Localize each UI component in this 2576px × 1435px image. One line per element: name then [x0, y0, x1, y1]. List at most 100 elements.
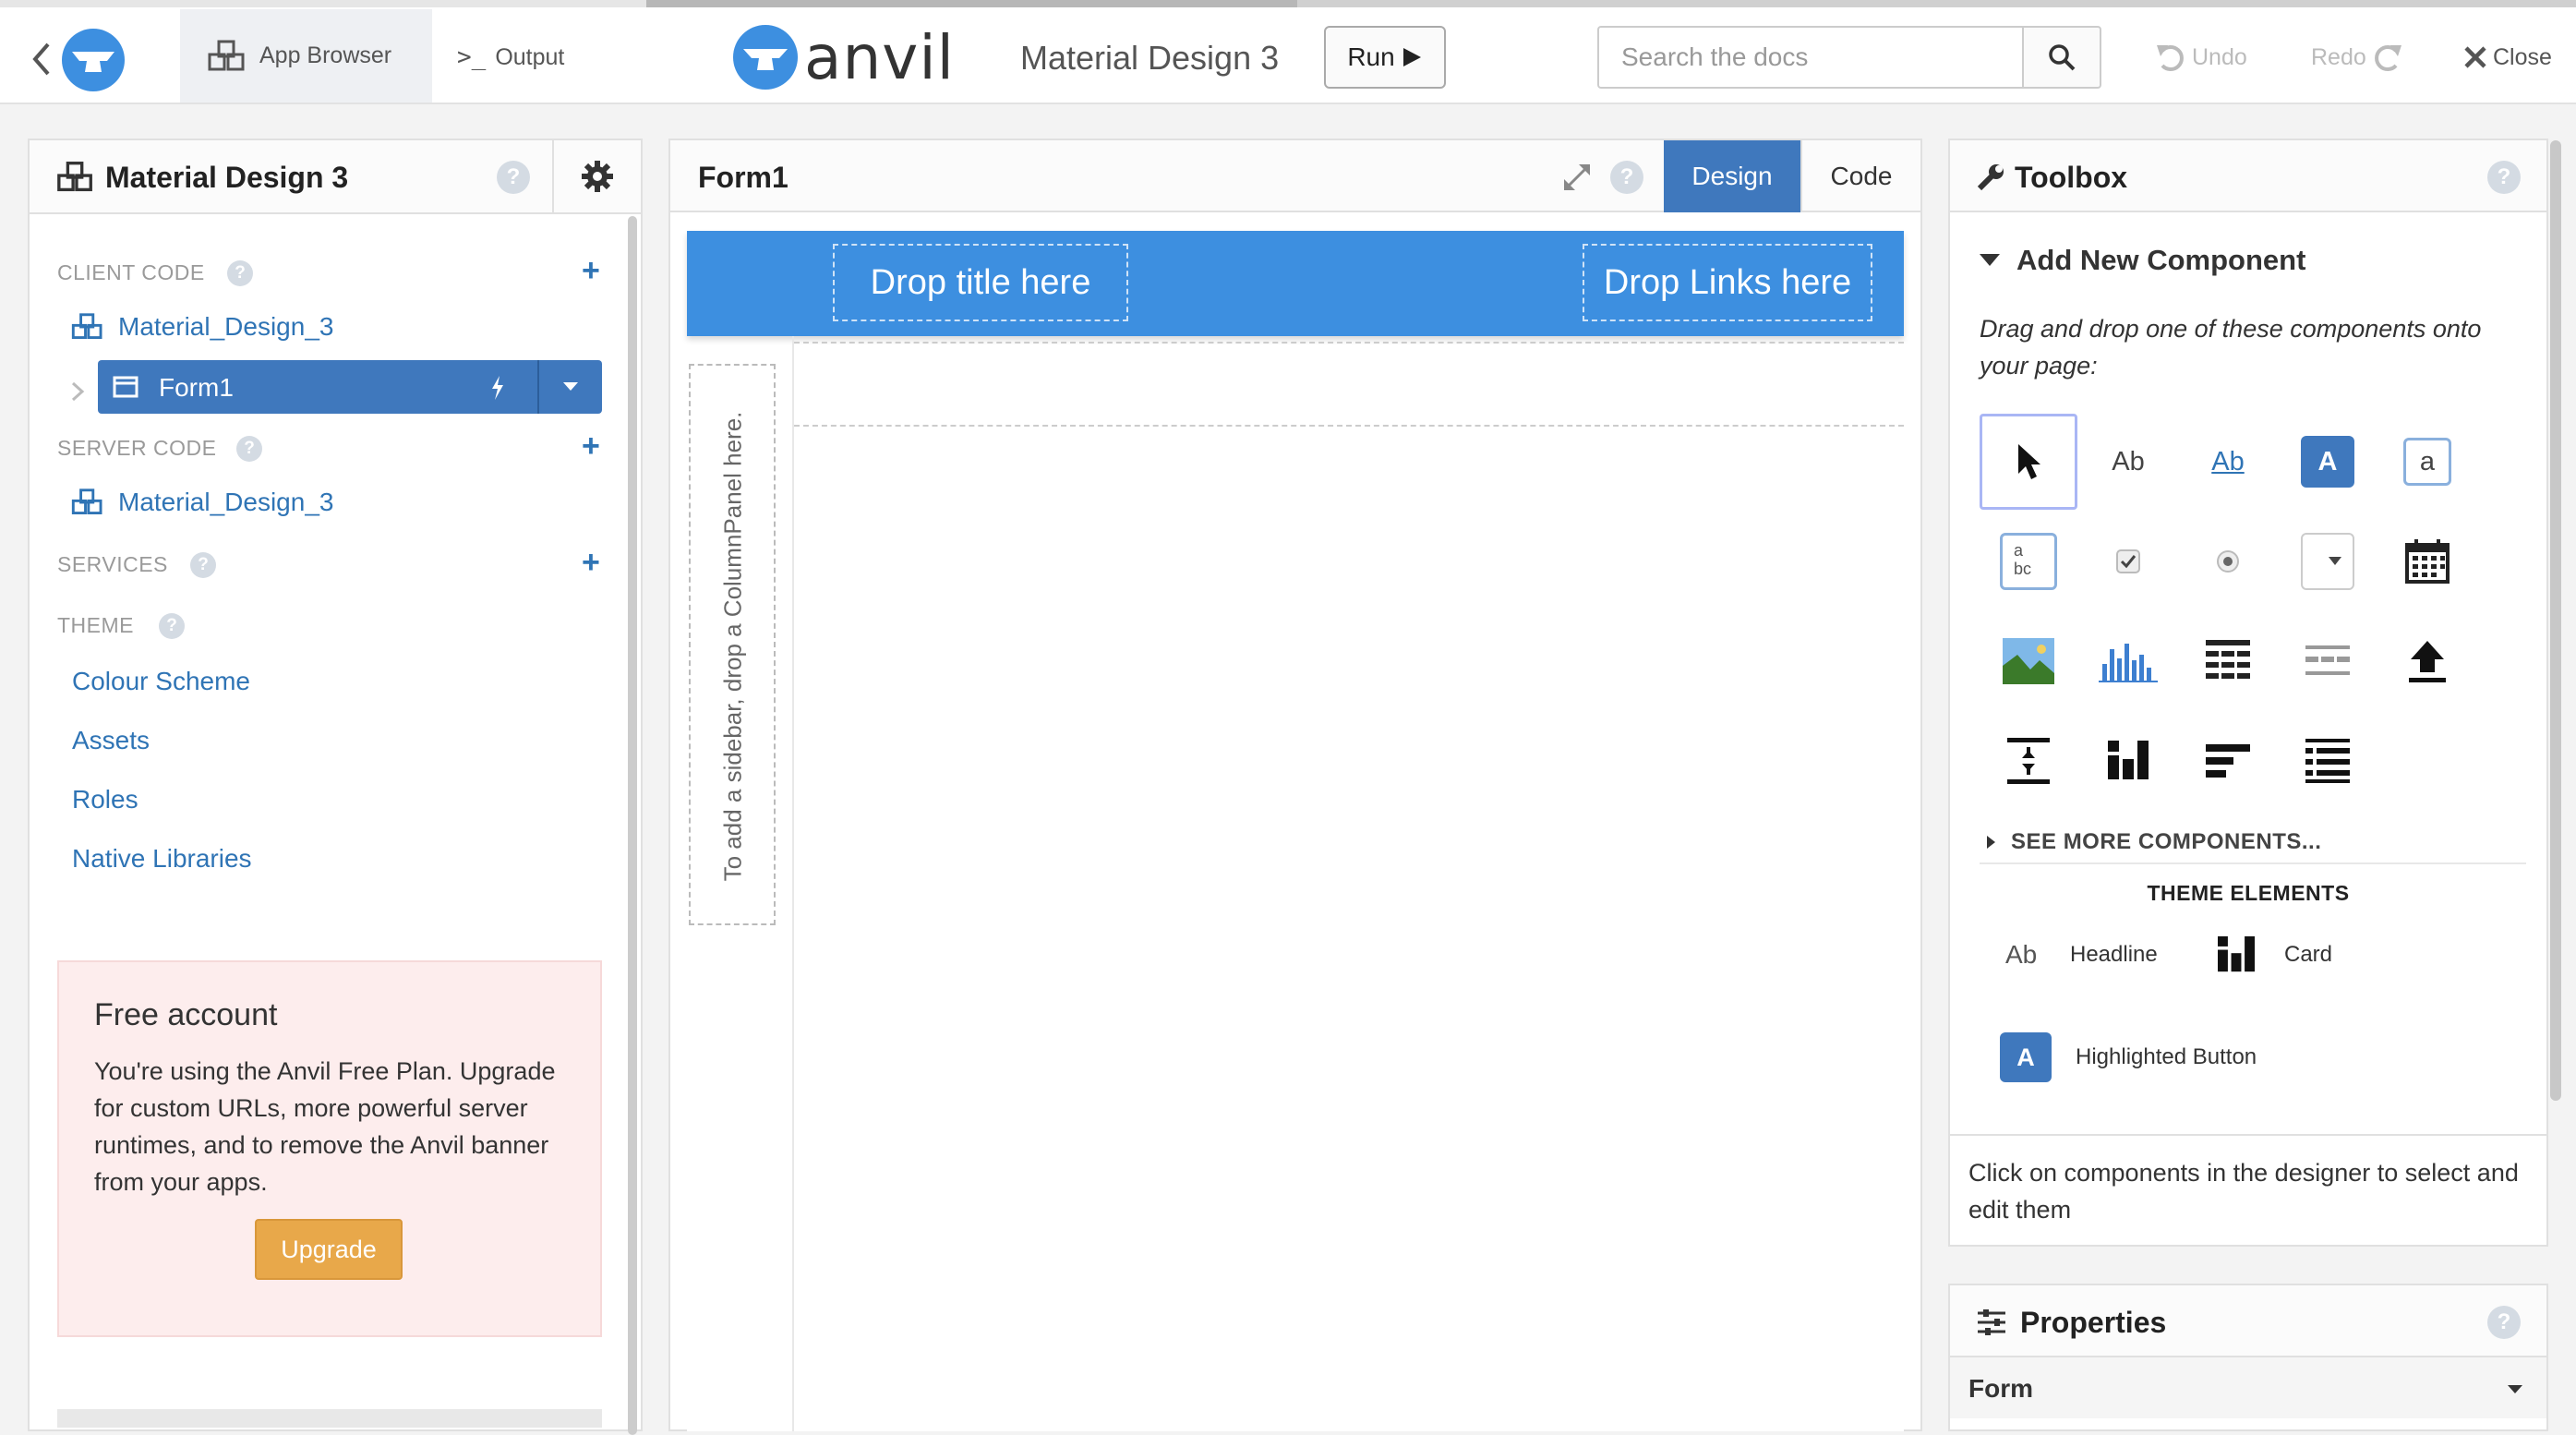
caret-down-icon [2329, 557, 2341, 565]
highlighted-button-label: Highlighted Button [2076, 1044, 2257, 1069]
form1-dropdown-button[interactable] [537, 360, 602, 414]
link-component-icon: Ab [2211, 446, 2245, 476]
data-grid-component[interactable] [2179, 613, 2277, 709]
radio-button-component[interactable] [2179, 513, 2277, 609]
app-browser-label: App Browser [259, 42, 392, 68]
help-icon: ? [2487, 161, 2521, 194]
close-icon [2464, 46, 2486, 68]
redo-button[interactable]: Redo [2311, 35, 2403, 79]
theme-item-assets[interactable]: Assets [72, 726, 150, 755]
search-icon [2049, 44, 2076, 71]
form1-item[interactable]: Form1 [98, 360, 602, 414]
client-code-header: CLIENT CODE [57, 260, 205, 284]
search-input[interactable]: Search the docs [1597, 26, 2026, 89]
dropdown-icon [2301, 533, 2354, 590]
server-module-item[interactable]: Material_Design_3 [70, 484, 333, 521]
help-icon: ? [227, 260, 253, 286]
tab-design[interactable]: Design [1664, 140, 1800, 212]
label-component[interactable]: Ab [2079, 414, 2177, 510]
add-new-component-toggle[interactable]: Add New Component [1980, 244, 2305, 277]
textbox-component[interactable]: a [2378, 414, 2476, 510]
sidebar-scrollbar[interactable] [628, 216, 637, 1435]
undo-button[interactable]: Undo [2155, 35, 2247, 79]
checkbox-component[interactable] [2079, 513, 2177, 609]
textarea-component-icon: a bc [2000, 533, 2057, 590]
anvil-logo: anvil [732, 22, 955, 93]
button-component[interactable]: A [2279, 414, 2377, 510]
theme-element-highlighted-button[interactable]: A Highlighted Button [2000, 1032, 2257, 1082]
app-settings-button[interactable] [552, 140, 641, 212]
divider [1980, 862, 2526, 864]
toolbox-header: Toolbox ? [1950, 140, 2546, 212]
design-canvas[interactable]: Drop title here Drop Links here To add a… [687, 231, 1904, 1431]
bar-chart-icon [2099, 644, 2158, 682]
close-button[interactable]: Close [2463, 35, 2552, 79]
toolbox-footer-hint: Click on components in the designer to s… [1968, 1159, 2519, 1224]
add-client-code-button[interactable]: + [582, 255, 600, 286]
sidebar-bottom-strip [57, 1409, 602, 1428]
textarea-component[interactable]: a bc [1980, 513, 2077, 609]
search-placeholder: Search the docs [1621, 42, 1809, 71]
data-row-panel-component[interactable] [2279, 613, 2377, 709]
search-button[interactable] [2022, 26, 2101, 89]
drop-title-slot[interactable]: Drop title here [833, 244, 1128, 321]
dropdown-component[interactable] [2279, 513, 2377, 609]
datepicker-component[interactable] [2378, 513, 2476, 609]
image-component[interactable] [1980, 613, 2077, 709]
theme-element-headline[interactable]: Ab Headline [2005, 940, 2158, 970]
client-module-item[interactable]: Material_Design_3 [70, 308, 333, 345]
chevron-right-icon[interactable] [70, 380, 85, 403]
sidebar-hint: To add a sidebar, drop a ColumnPanel her… [718, 411, 747, 882]
theme-item-native-libraries[interactable]: Native Libraries [72, 844, 252, 874]
linear-panel-component[interactable] [2279, 713, 2377, 809]
calendar-icon [2405, 539, 2450, 584]
theme-item-colour-scheme[interactable]: Colour Scheme [72, 667, 250, 696]
sidebar-header: Material Design 3 ? [30, 140, 641, 214]
pointer-tool[interactable] [1980, 414, 2077, 510]
output-button[interactable]: >_ Output [457, 35, 564, 79]
radio-icon [2217, 550, 2239, 573]
form-icon [113, 376, 138, 398]
flow-panel-component[interactable] [2179, 713, 2277, 809]
form-row-label: Form [1968, 1374, 2033, 1403]
see-more-components[interactable]: SEE MORE COMPONENTS... [1987, 829, 2321, 855]
lightning-icon[interactable] [489, 375, 506, 401]
run-button[interactable]: Run [1324, 26, 1446, 89]
column-panel-icon [2108, 741, 2149, 779]
column-panel-component[interactable] [2079, 713, 2177, 809]
data-grid-icon [2206, 640, 2250, 679]
toolbox-scrollbar[interactable] [2550, 140, 2561, 1101]
undo-icon [2157, 45, 2184, 71]
back-button[interactable] [26, 29, 137, 91]
spacer-component[interactable] [1980, 713, 2077, 809]
add-server-code-button[interactable]: + [582, 430, 600, 462]
tab-code[interactable]: Code [1800, 140, 1920, 212]
expand-icon[interactable] [1562, 163, 1592, 192]
sidebar-drop-zone[interactable]: To add a sidebar, drop a ColumnPanel her… [689, 364, 776, 925]
link-component[interactable]: Ab [2179, 414, 2277, 510]
help-icon: ? [190, 552, 216, 578]
app-sidebar: Material Design 3 ? CLIENT CODE ? + Mate… [28, 139, 643, 1435]
free-account-body: You're using the Anvil Free Plan. Upgrad… [94, 1057, 556, 1196]
properties-form-row[interactable]: Form [1950, 1357, 2546, 1418]
linear-panel-icon [2305, 739, 2350, 783]
free-account-title: Free account [94, 997, 278, 1032]
textbox-component-icon: a [2403, 438, 2451, 486]
add-service-button[interactable]: + [582, 547, 600, 578]
toolbox-panel: Toolbox ? Add New Component Drag and dro… [1948, 139, 2561, 1247]
theme-item-roles[interactable]: Roles [72, 785, 138, 814]
file-loader-component[interactable] [2378, 613, 2476, 709]
theme-element-card[interactable]: Card [2218, 936, 2332, 973]
button-component-icon: A [2301, 436, 2354, 488]
form-editor: Form1 ? Design Code Drop title here Drop… [668, 139, 1922, 1431]
divider [1950, 1134, 2546, 1136]
app-browser-button[interactable]: App Browser [180, 9, 432, 102]
drop-links-slot[interactable]: Drop Links here [1583, 244, 1872, 321]
plot-component[interactable] [2079, 613, 2177, 709]
form-title: Form1 [698, 161, 788, 194]
content-drop-line [794, 425, 1904, 427]
data-row-icon [2305, 645, 2350, 675]
upgrade-button[interactable]: Upgrade [255, 1219, 403, 1280]
highlighted-button-icon: A [2000, 1032, 2052, 1082]
textarea-icon-top: a [2014, 541, 2024, 560]
